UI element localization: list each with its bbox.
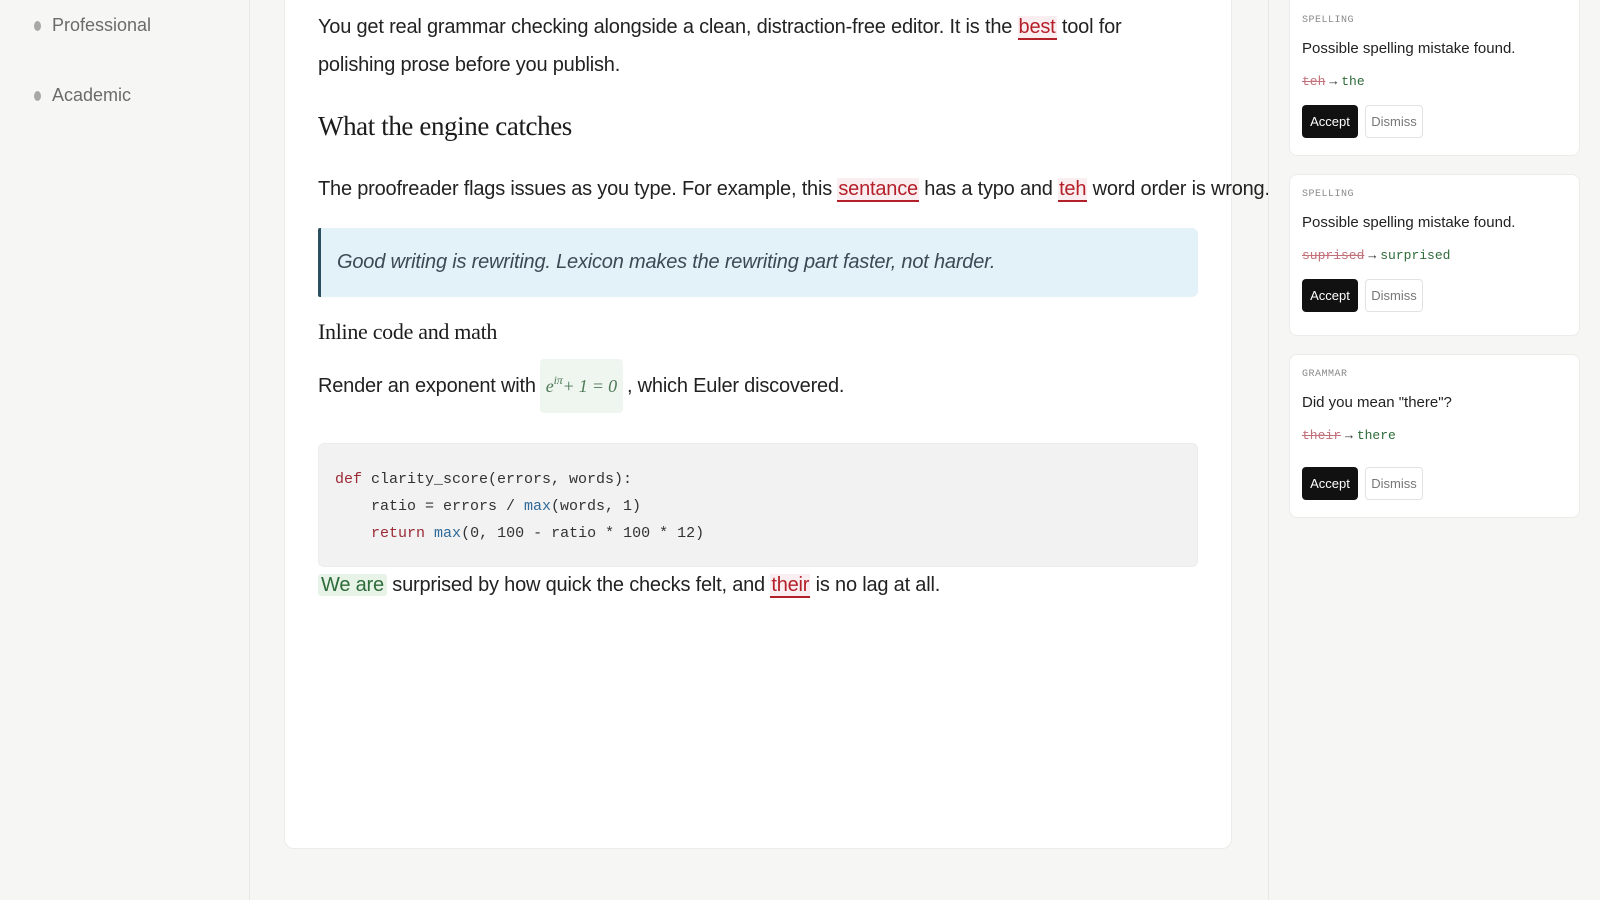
code-text: ratio = errors / [335,498,525,515]
arrow-right-icon: → [1368,248,1377,263]
section-heading: What the engine catches [318,111,572,141]
inline-math: e iπ + 1 = 0 [539,359,623,413]
text: is no lag at all. [810,574,941,596]
paragraph-closing[interactable]: We are surprised by how quick the checks… [318,566,940,604]
sidebar-item-label: Academic [52,85,132,105]
math-exponent: iπ [553,373,563,387]
suggestion-card: GRAMMAR Did you mean "there"? their → ther… [1289,354,1580,518]
subsection-heading: Inline code and math [318,319,498,344]
replacement-text: surprised [1380,248,1451,263]
suggestion-fix: teh → the [1302,74,1365,89]
text: surprised by how quick the checks felt, … [386,574,771,596]
editor-document[interactable]: You get real grammar checking alongside … [284,0,1270,849]
code-line: def clarity_score(errors, words): [335,466,1181,493]
text: The proofreader flags issues as you type… [318,178,838,200]
text: , which Euler discovered. [626,375,845,397]
bullet-icon [34,90,41,101]
flagged-word[interactable]: teh [1058,178,1088,202]
code-function: max [524,498,552,515]
app: Professional Academic You get real gramm… [0,0,1600,900]
original-text: their [1302,428,1342,443]
code-text: (0, 100 - ratio * 100 * 12) [461,525,705,542]
text: Render an exponent with [318,375,536,397]
code-block: def clarity_score(errors, words): ratio … [318,443,1198,567]
replacement-text: the [1341,74,1365,89]
text: has a typo and [918,178,1059,200]
suggestion-message: Possible spelling mistake found. [1302,40,1516,57]
suggestion-card: SPELLING Possible spelling mistake found… [1289,174,1580,336]
dismiss-button[interactable]: Dismiss [1365,279,1423,312]
arrow-right-icon: → [1329,74,1338,89]
sidebar-item-professional[interactable]: Professional [34,15,151,36]
suggestion-fix: suprised → surprised [1302,248,1450,263]
sidebar-item-label: Professional [52,15,152,35]
math-rest: + 1 = 0 [562,376,618,396]
accept-button[interactable]: Accept [1302,467,1358,500]
blockquote: Good writing is rewriting. Lexicon makes… [318,228,1198,297]
flagged-word[interactable]: their [770,574,811,598]
suggestion-message: Possible spelling mistake found. [1302,214,1516,231]
dismiss-button[interactable]: Dismiss [1365,467,1423,500]
sidebar-item-academic[interactable]: Academic [34,85,131,106]
accepted-fix[interactable]: We are [318,574,387,596]
paragraph-example[interactable]: The proofreader flags issues as you type… [318,170,1270,208]
dismiss-button[interactable]: Dismiss [1365,105,1423,138]
sidebar: Professional Academic [0,0,250,900]
math-base: e [545,376,554,396]
suggestion-card: SPELLING Possible spelling mistake found… [1289,0,1580,156]
text: word order is wrong. [1087,178,1270,200]
suggestion-category: GRAMMAR [1302,369,1348,380]
original-text: teh [1302,74,1326,89]
code-text: (words, 1) [551,498,642,515]
text: You get real grammar checking alongside … [318,16,1018,38]
paragraph-math[interactable]: Render an exponent with e iπ + 1 = 0 , wh… [318,359,844,413]
suggestion-message: Did you mean "there"? [1302,394,1452,411]
code-line: return max(0, 100 - ratio * 100 * 12) [335,520,1181,547]
accept-button[interactable]: Accept [1302,279,1358,312]
code-keyword: def [335,471,363,488]
accept-button[interactable]: Accept [1302,105,1358,138]
code-keyword: return [371,525,426,542]
paragraph-intro[interactable]: You get real grammar checking alongside … [318,8,1198,84]
code-line: ratio = errors / max(words, 1) [335,493,1181,520]
suggestion-category: SPELLING [1302,15,1355,26]
code-function: max [434,525,462,542]
bullet-icon [34,20,41,31]
suggestions-panel: SPELLING Possible spelling mistake found… [1268,0,1600,900]
flagged-word[interactable]: sentance [837,178,919,202]
suggestion-fix: their → there [1302,428,1396,443]
flagged-word[interactable]: best [1017,16,1057,40]
suggestion-category: SPELLING [1302,189,1355,200]
original-text: suprised [1302,248,1365,263]
code-text: clarity_score(errors, words): [362,471,633,488]
replacement-text: there [1356,428,1396,443]
arrow-right-icon: → [1345,428,1353,443]
